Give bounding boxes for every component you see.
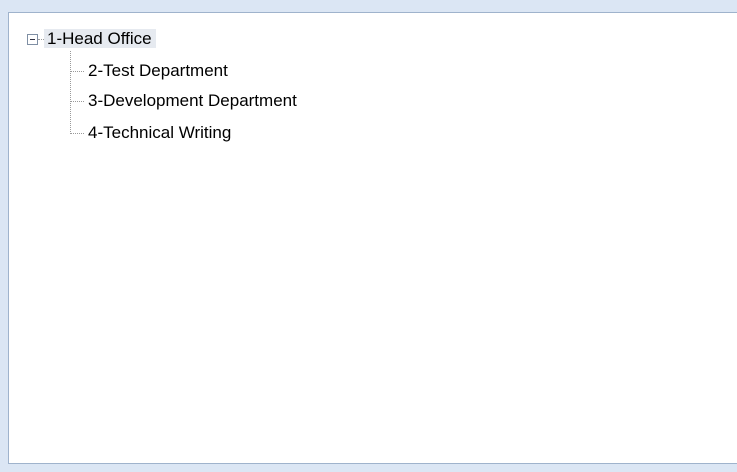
tree-connector xyxy=(70,133,84,134)
org-tree-panel[interactable]: 1-Head Office 2-Test Department 3-Develo… xyxy=(8,12,737,464)
tree-connector xyxy=(70,71,84,72)
tree-node-development-department[interactable]: 3-Development Department xyxy=(88,89,297,113)
tree-connector xyxy=(70,51,71,134)
bottom-border-strip xyxy=(0,464,737,472)
tree-node-label: 1-Head Office xyxy=(44,29,156,48)
tree-node-label: 4-Technical Writing xyxy=(88,123,232,142)
tree-node-test-department[interactable]: 2-Test Department xyxy=(88,59,228,83)
tree-node-label: 2-Test Department xyxy=(88,61,228,80)
tree-node-technical-writing[interactable]: 4-Technical Writing xyxy=(88,121,231,145)
collapse-toggle-icon[interactable] xyxy=(27,34,38,45)
tree-view-window: 1-Head Office 2-Test Department 3-Develo… xyxy=(0,0,737,472)
tree-node-label: 3-Development Department xyxy=(88,91,297,110)
tree-node-head-office[interactable]: 1-Head Office xyxy=(44,27,156,51)
tree-connector xyxy=(70,101,84,102)
